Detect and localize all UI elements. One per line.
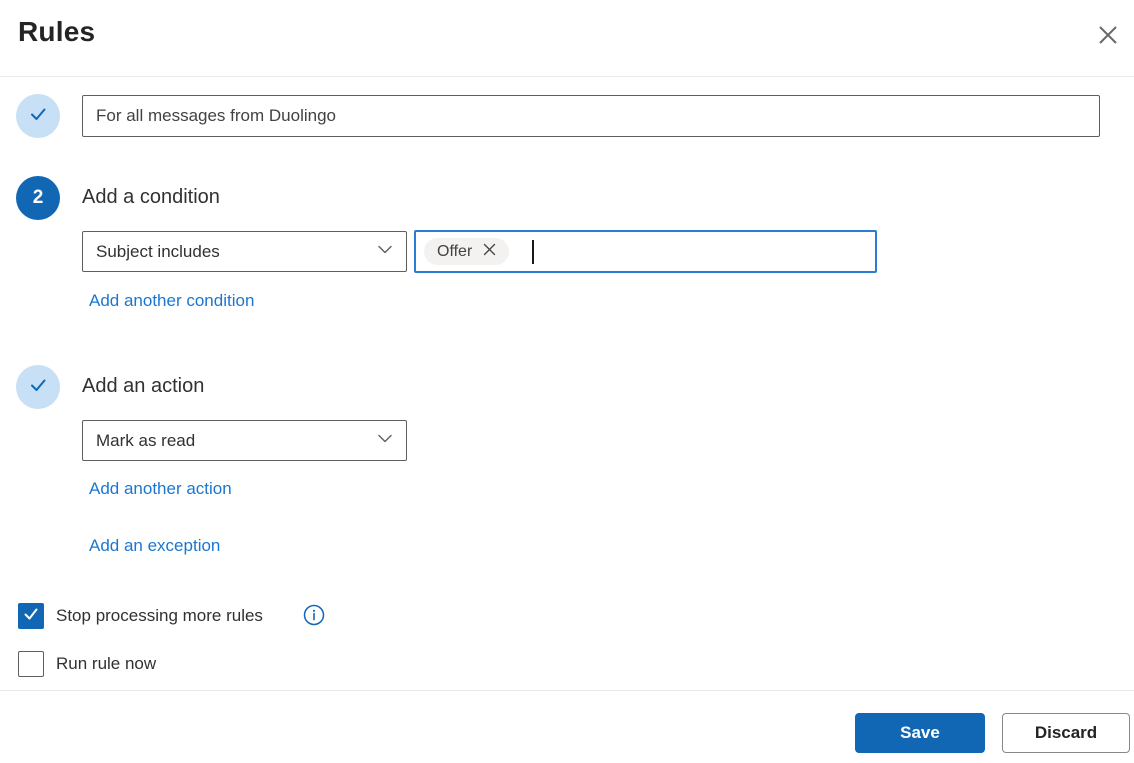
add-another-condition-link[interactable]: Add another condition (89, 291, 254, 311)
add-condition-heading: Add a condition (82, 186, 220, 208)
step1-status-circle (16, 94, 60, 138)
check-icon (22, 605, 40, 628)
save-button[interactable]: Save (855, 713, 985, 753)
stop-processing-label: Stop processing more rules (56, 606, 263, 625)
chevron-down-icon (376, 240, 394, 263)
condition-value-input[interactable]: Offer (414, 230, 877, 273)
keyword-chip-label: Offer (437, 242, 473, 260)
header-divider (0, 76, 1134, 77)
discard-button[interactable]: Discard (1002, 713, 1130, 753)
dialog-title: Rules (18, 16, 96, 47)
run-rule-now-checkbox[interactable] (18, 651, 44, 677)
add-action-heading: Add an action (82, 375, 205, 397)
rule-name-value: For all messages from Duolingo (96, 106, 336, 125)
stop-processing-checkbox[interactable] (18, 603, 44, 629)
action-dropdown[interactable]: Mark as read (82, 420, 407, 461)
rules-dialog: Rules For all messages from Duolingo 2 A… (0, 0, 1134, 763)
rule-name-input[interactable]: For all messages from Duolingo (82, 95, 1100, 137)
keyword-chip[interactable]: Offer (424, 238, 510, 265)
step3-status-circle (16, 365, 60, 409)
step2-number-badge: 2 (16, 176, 60, 220)
action-dropdown-value: Mark as read (96, 430, 196, 450)
check-icon (27, 103, 49, 130)
run-rule-now-label: Run rule now (56, 654, 157, 673)
add-an-exception-link[interactable]: Add an exception (89, 536, 220, 556)
condition-dropdown[interactable]: Subject includes (82, 231, 407, 272)
step2-number: 2 (32, 187, 44, 208)
info-icon[interactable] (303, 604, 325, 631)
add-another-action-link[interactable]: Add another action (89, 479, 232, 499)
footer-divider (0, 690, 1134, 691)
close-button[interactable] (1090, 18, 1126, 54)
condition-dropdown-value: Subject includes (96, 241, 220, 261)
chevron-down-icon (376, 429, 394, 452)
chip-remove-icon[interactable] (483, 243, 496, 261)
text-cursor (532, 239, 534, 264)
close-icon (1095, 22, 1121, 51)
check-icon (27, 374, 49, 401)
